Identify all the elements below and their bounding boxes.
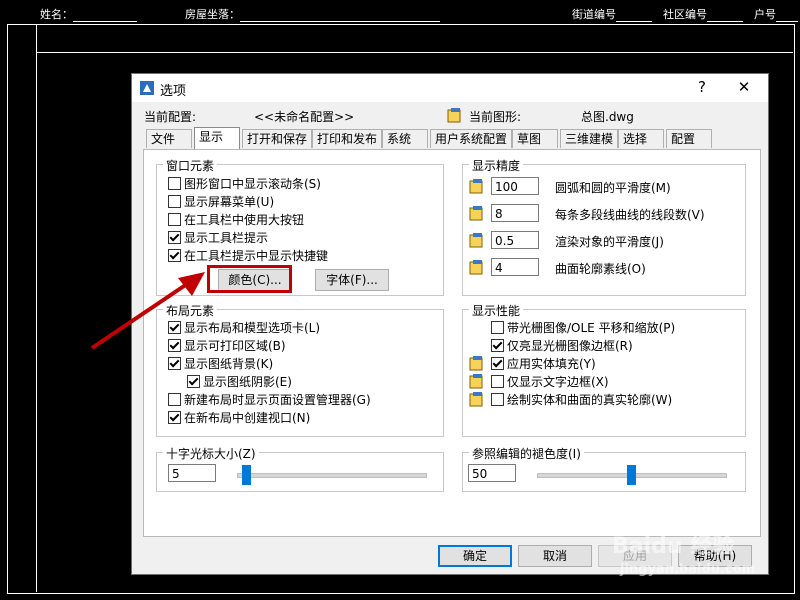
annotation-arrow — [90, 272, 205, 350]
tab-display[interactable]: 显示 — [194, 127, 240, 149]
baidu-watermark-url: jingyan.baidu.com — [620, 562, 756, 577]
baidu-watermark-logo: Baidu 经验 — [612, 534, 735, 559]
